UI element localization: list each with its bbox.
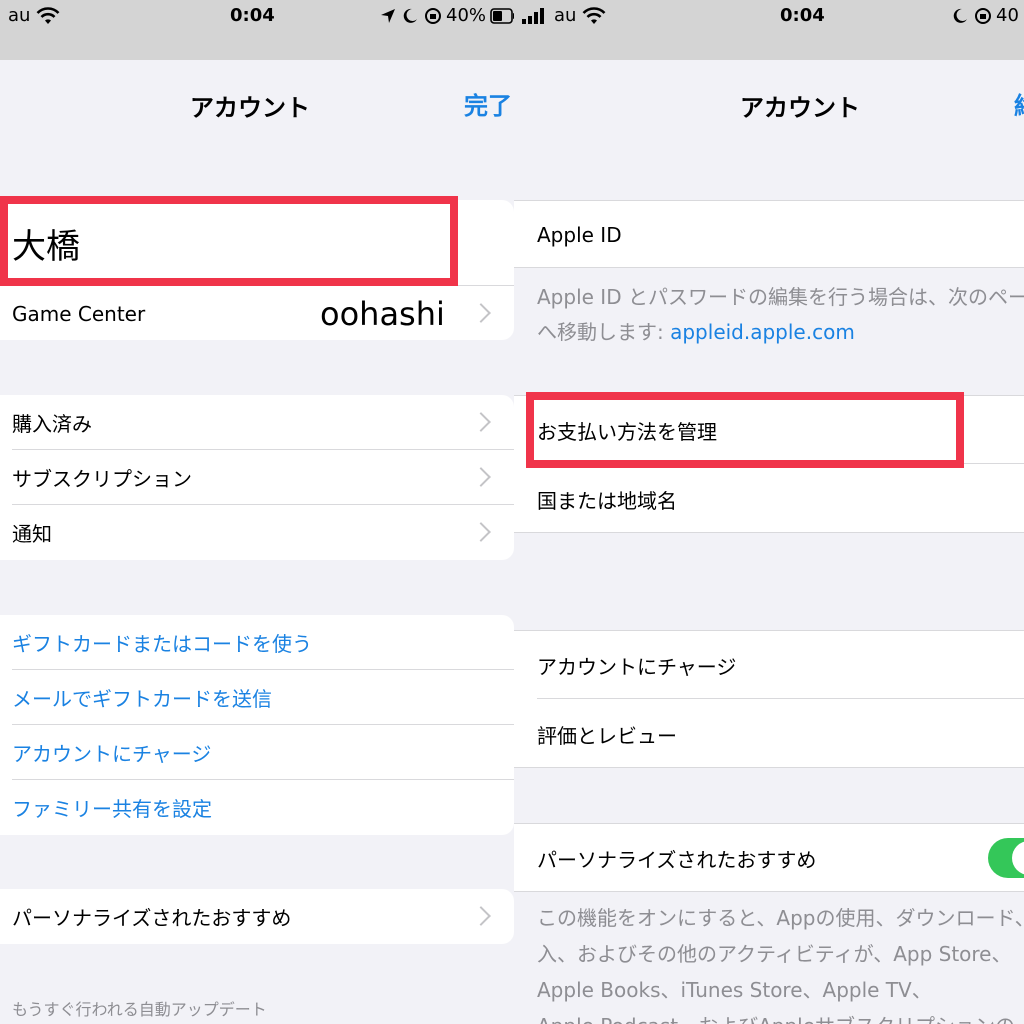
personalized-description-line3: Apple Books、iTunes Store、Apple TV、	[537, 978, 932, 1002]
done-button[interactable]: 終	[1014, 86, 1024, 121]
link-label: ファミリー共有を設定	[12, 797, 212, 821]
highlight-box	[526, 392, 964, 468]
add-funds-label: アカウントにチャージ	[537, 654, 737, 679]
personalized-toggle[interactable]	[988, 838, 1024, 878]
personalized-description-line4: Apple Podcast、およびAppleサブスクリプションの	[537, 1008, 1015, 1024]
moon-icon	[403, 8, 417, 23]
chevron-right-icon	[471, 466, 491, 487]
appleid-link[interactable]: appleid.apple.com	[670, 320, 855, 344]
battery-percent: 40%	[446, 5, 487, 26]
status-time: 0:04	[780, 5, 825, 26]
link-family-sharing[interactable]: ファミリー共有を設定	[0, 780, 514, 835]
list-item-label: サブスクリプション	[12, 467, 192, 491]
done-button[interactable]: 完了	[464, 86, 512, 121]
apple-id-note-line2: へ移動します: appleid.apple.com	[537, 314, 855, 350]
signal-icon	[522, 7, 544, 24]
chevron-right-icon	[471, 521, 491, 542]
chevron-right-icon	[471, 411, 491, 432]
highlight-box	[0, 196, 458, 286]
account-sheet: アカウント 完了 大橋 Game Center oohashi 購入済み サブス…	[0, 60, 514, 1024]
gift-group: ギフトカードまたはコードを使う メールでギフトカードを送信 アカウントにチャージ…	[0, 615, 514, 835]
location-icon	[381, 8, 395, 23]
account-actions-group: アカウントにチャージ 評価とレビュー	[514, 630, 1024, 768]
battery-percent: 40	[996, 5, 1019, 26]
personalized-description: この機能をオンにすると、Appの使用、ダウンロード、	[537, 906, 1024, 930]
apple-id-group: Apple ID	[514, 200, 1024, 268]
account-sheet: アカウント 終 Apple ID Apple ID とパスワードの編集を行う場合…	[514, 60, 1024, 1024]
battery-icon	[490, 7, 514, 24]
status-time: 0:04	[230, 5, 275, 26]
ratings-reviews-label: 評価とレビュー	[537, 723, 677, 748]
link-label: ギフトカードまたはコードを使う	[12, 632, 312, 656]
list-item-label: 購入済み	[12, 412, 92, 436]
purchases-group: 購入済み サブスクリプション 通知	[0, 395, 514, 560]
left-screen: au 0:04 40% アカウント 完了 大橋 Game Center ooha…	[0, 0, 514, 1024]
personalized-group: パーソナライズされたおすすめ	[0, 889, 514, 944]
right-screen: au 0:04 40 アカウント 終 Apple ID Apple ID とパス…	[514, 0, 1024, 1024]
page-title: アカウント	[740, 94, 860, 122]
page-title: アカウント	[190, 94, 310, 122]
chevron-right-icon	[471, 302, 491, 323]
list-item-personalized[interactable]: パーソナライズされたおすすめ	[0, 889, 514, 944]
link-label: メールでギフトカードを送信	[12, 687, 272, 711]
moon-icon	[953, 8, 967, 23]
list-item-purchased[interactable]: 購入済み	[0, 395, 514, 450]
toggle-knob	[1012, 841, 1024, 875]
divider	[537, 698, 1024, 699]
rotation-lock-icon	[425, 7, 441, 24]
wifi-icon	[37, 6, 60, 24]
game-center-label: Game Center	[12, 301, 146, 326]
apple-id-note-prefix: へ移動します:	[537, 320, 671, 344]
link-redeem-gift-card[interactable]: ギフトカードまたはコードを使う	[0, 615, 514, 670]
ratings-reviews-row[interactable]: 評価とレビュー	[514, 700, 1024, 768]
apple-id-row[interactable]: Apple ID	[514, 201, 1024, 269]
link-send-gift-card[interactable]: メールでギフトカードを送信	[0, 670, 514, 725]
link-label: アカウントにチャージ	[12, 742, 212, 766]
rotation-lock-icon	[975, 7, 991, 24]
apple-id-label: Apple ID	[537, 223, 622, 247]
list-item-label: 通知	[12, 522, 52, 546]
wifi-icon	[583, 6, 606, 24]
list-item-label: パーソナライズされたおすすめ	[12, 906, 292, 930]
country-region-row[interactable]: 国または地域名	[514, 465, 1024, 533]
apple-id-note: Apple ID とパスワードの編集を行う場合は、次のペー	[537, 285, 1024, 309]
personalized-description-line2: 入、およびその他のアクティビティが、App Store、	[537, 942, 1012, 966]
personalized-group: パーソナライズされたおすすめ	[514, 823, 1024, 892]
country-region-label: 国または地域名	[537, 488, 677, 513]
section-footer: もうすぐ行われる自動アップデート	[12, 1000, 267, 1019]
carrier-label: au	[8, 5, 31, 26]
chevron-right-icon	[471, 905, 491, 926]
add-funds-row[interactable]: アカウントにチャージ	[514, 631, 1024, 699]
status-bar: au 0:04 40%	[0, 0, 514, 60]
list-item-notifications[interactable]: 通知	[0, 505, 514, 560]
personalized-row: パーソナライズされたおすすめ	[514, 824, 1024, 892]
list-item-subscriptions[interactable]: サブスクリプション	[0, 450, 514, 505]
personalized-label: パーソナライズされたおすすめ	[537, 847, 817, 872]
game-center-row[interactable]: Game Center oohashi	[0, 286, 514, 341]
game-center-value: oohashi	[320, 294, 445, 333]
carrier-label: au	[554, 5, 577, 26]
status-bar: au 0:04 40	[514, 0, 1024, 60]
link-add-funds[interactable]: アカウントにチャージ	[0, 725, 514, 780]
